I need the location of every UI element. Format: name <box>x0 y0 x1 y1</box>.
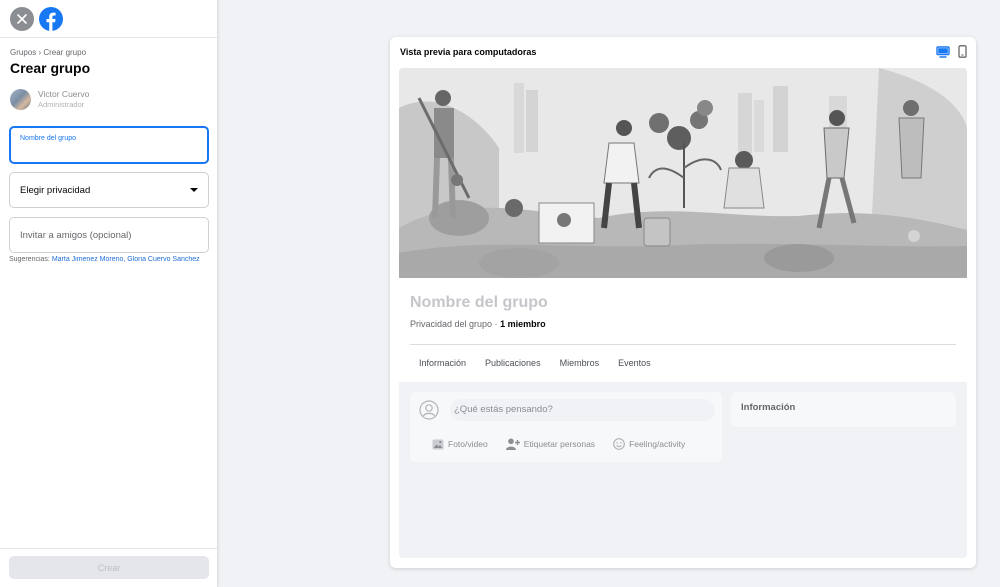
close-icon <box>17 13 27 24</box>
create-button[interactable]: Crear <box>9 556 209 579</box>
create-group-panel: Grupos › Crear grupo Crear grupo Victor … <box>0 0 218 587</box>
group-name-field[interactable]: Nombre del grupo <box>9 126 209 164</box>
close-button[interactable] <box>10 6 34 31</box>
cover-illustration <box>399 68 967 278</box>
suggestions-names[interactable]: Marta Jimenez Moreno, Gloria Cuervo Sanc… <box>52 256 200 263</box>
info-card: Información <box>731 392 956 427</box>
feeling-activity-label: Feeling/activity <box>629 439 686 449</box>
divider <box>410 344 956 345</box>
tab-informacion[interactable]: Información <box>419 358 466 368</box>
tab-publicaciones[interactable]: Publicaciones <box>485 358 541 368</box>
tag-people-icon <box>505 438 520 450</box>
group-name-input[interactable] <box>19 145 199 155</box>
info-card-title: Información <box>741 402 796 413</box>
privacy-select-label: Elegir privacidad <box>20 184 91 196</box>
preview-title: Vista previa para computadoras <box>400 47 537 57</box>
caret-down-icon <box>190 188 198 192</box>
composer-actions: Foto/video Etiquetar personas Feeling/ac… <box>432 438 685 450</box>
user-avatar-icon <box>419 400 439 420</box>
facebook-logo[interactable] <box>39 6 63 31</box>
composer-prompt[interactable]: ¿Qué estás pensando? <box>450 399 715 421</box>
group-name-preview: Nombre del grupo <box>410 294 548 311</box>
member-count: 1 miembro <box>500 319 546 329</box>
tab-miembros[interactable]: Miembros <box>560 358 600 368</box>
post-composer: ¿Qué estás pensando? Foto/video Etiqueta… <box>410 392 722 462</box>
invite-friends-input[interactable] <box>20 229 198 241</box>
tag-people-action[interactable]: Etiquetar personas <box>505 438 596 450</box>
create-footer: Crear <box>0 548 217 587</box>
group-name-label: Nombre del grupo <box>20 135 77 142</box>
admin-role: Administrador <box>38 100 85 109</box>
mobile-icon[interactable] <box>958 45 967 58</box>
suggestions: Sugerencias: Marta Jimenez Moreno, Glori… <box>9 256 209 263</box>
invite-friends-field[interactable] <box>9 217 209 253</box>
panel-topbar <box>0 0 217 38</box>
feeling-activity-action[interactable]: Feeling/activity <box>613 438 685 450</box>
photo-video-label: Foto/video <box>448 439 488 449</box>
photo-icon <box>432 439 444 449</box>
device-toggle <box>936 45 967 58</box>
desktop-icon[interactable] <box>936 45 950 58</box>
suggestions-label: Sugerencias: <box>9 256 50 263</box>
photo-video-action[interactable]: Foto/video <box>432 438 488 450</box>
desktop-preview-card: Vista previa para computadoras Nombre de… <box>390 37 976 568</box>
group-meta: Privacidad del grupo · 1 miembro <box>410 319 546 329</box>
admin-name: Victor Cuervo <box>38 89 90 99</box>
group-tabs: Información Publicaciones Miembros Event… <box>419 358 651 368</box>
admin-info: Victor Cuervo Administrador <box>10 89 89 110</box>
avatar <box>10 89 31 110</box>
tag-people-label: Etiquetar personas <box>523 439 596 449</box>
group-privacy-text: Privacidad del grupo · <box>410 319 498 329</box>
tab-eventos[interactable]: Eventos <box>618 358 651 368</box>
smiley-icon <box>613 438 625 450</box>
breadcrumb[interactable]: Grupos › Crear grupo <box>10 48 86 57</box>
preview-content: Nombre del grupo Privacidad del grupo · … <box>399 68 967 558</box>
privacy-select[interactable]: Elegir privacidad <box>9 172 209 208</box>
page-title: Crear grupo <box>10 60 91 76</box>
group-header: Nombre del grupo Privacidad del grupo · … <box>399 278 967 382</box>
